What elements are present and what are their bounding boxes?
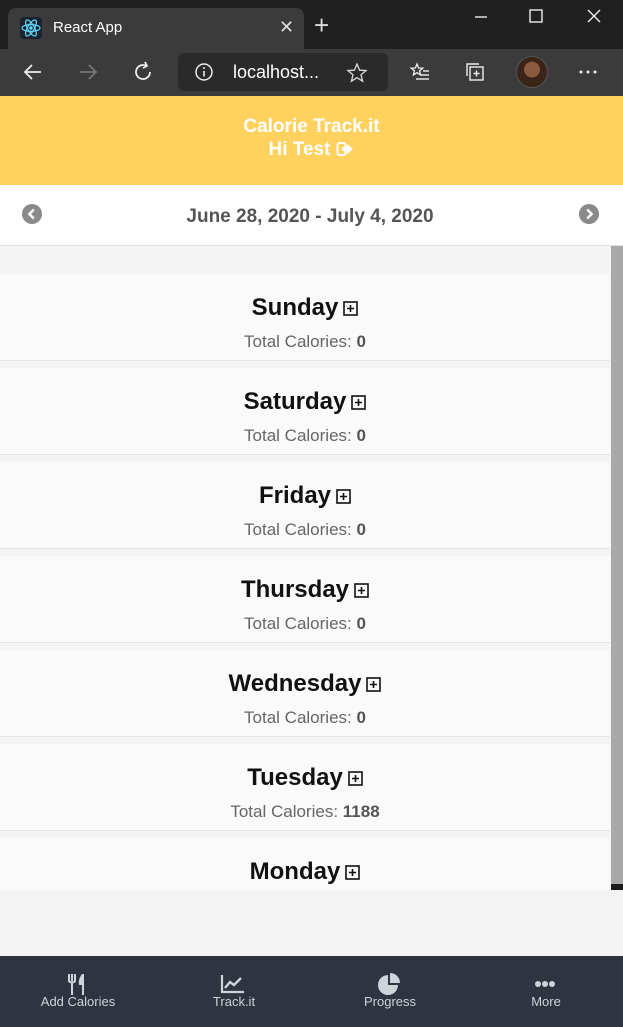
sign-out-icon[interactable]	[336, 140, 354, 158]
next-week-icon[interactable]	[579, 204, 599, 224]
add-entry-icon[interactable]	[347, 771, 363, 786]
more-dots-icon	[535, 981, 555, 987]
add-entry-icon[interactable]	[336, 489, 351, 504]
maximize-icon[interactable]	[525, 6, 547, 28]
total-calories: Total Calories: 0	[0, 520, 610, 540]
app-title: Calorie Track.it	[243, 116, 380, 137]
nav-label: Add Calories	[40, 994, 116, 1009]
browser-toolbar: localhost...	[0, 49, 623, 96]
info-icon[interactable]	[194, 62, 214, 82]
add-entry-icon[interactable]	[366, 677, 382, 692]
total-calories-label: Total Calories:	[244, 426, 352, 445]
total-calories: Total Calories: 0	[0, 614, 610, 634]
day-card-tuesday: Tuesday Total Calories: 1188	[0, 744, 610, 831]
new-tab-icon[interactable]: +	[314, 12, 329, 38]
nav-add-calories[interactable]: Add Calories	[0, 956, 156, 1027]
day-name-row: Sunday	[0, 294, 610, 322]
week-range-label: June 28, 2020 - July 4, 2020	[186, 206, 434, 227]
pie-chart-icon	[378, 973, 400, 995]
day-name: Saturday	[243, 388, 347, 415]
day-name-row: Thursday	[0, 576, 610, 604]
day-name-row: Tuesday	[0, 764, 610, 792]
day-card-friday: Friday Total Calories: 0	[0, 462, 610, 549]
total-calories-value: 0	[356, 520, 366, 539]
close-window-icon[interactable]	[583, 6, 605, 28]
day-name-row: Saturday	[0, 388, 610, 416]
tab-title: React App	[53, 19, 123, 36]
user-greeting: Hi Test	[0, 139, 623, 161]
day-name: Sunday	[251, 294, 339, 321]
total-calories-value: 0	[356, 614, 366, 633]
day-name: Friday	[258, 482, 332, 509]
bottom-nav: Add Calories Track.it Progress More	[0, 956, 623, 1027]
back-arrow-icon[interactable]	[21, 60, 45, 84]
total-calories-label: Total Calories:	[244, 614, 352, 633]
total-calories: Total Calories: 1188	[0, 802, 610, 822]
add-entry-icon[interactable]	[354, 583, 369, 598]
total-calories-label: Total Calories:	[230, 802, 339, 821]
total-calories-value: 0	[356, 708, 366, 727]
collections-icon[interactable]	[463, 60, 487, 84]
more-options-icon[interactable]	[576, 60, 600, 84]
total-calories-value: 0	[356, 332, 366, 351]
day-name: Monday	[249, 858, 341, 885]
nav-progress[interactable]: Progress	[312, 956, 468, 1027]
scrollbar-end	[611, 884, 623, 890]
total-calories-value: 0	[356, 426, 366, 445]
week-selector: June 28, 2020 - July 4, 2020	[0, 185, 623, 246]
total-calories-label: Total Calories:	[244, 708, 352, 727]
utensils-icon	[67, 974, 84, 995]
day-card-sunday: Sunday Total Calories: 0	[0, 274, 610, 361]
profile-avatar[interactable]	[516, 56, 548, 88]
day-name: Tuesday	[247, 764, 343, 791]
day-card-wednesday: Wednesday Total Calories: 0	[0, 650, 610, 737]
chart-line-icon	[220, 975, 244, 994]
scrollbar[interactable]	[611, 246, 623, 890]
react-logo-icon	[20, 17, 42, 39]
browser-tab-strip: React App ✕ +	[0, 0, 623, 49]
add-entry-icon[interactable]	[345, 865, 361, 880]
browser-tab[interactable]: React App ✕	[8, 8, 304, 49]
forward-arrow-icon[interactable]	[76, 60, 100, 84]
day-list: Sunday Total Calories: 0 Saturday Total …	[0, 246, 610, 890]
day-name-row: Wednesday	[0, 670, 610, 698]
favorite-star-icon[interactable]	[346, 62, 368, 84]
minimize-icon[interactable]	[470, 6, 492, 28]
add-entry-icon[interactable]	[343, 301, 359, 316]
greeting-text: Hi Test	[268, 139, 331, 160]
nav-label: More	[531, 994, 561, 1009]
day-card-saturday: Saturday Total Calories: 0	[0, 368, 610, 455]
total-calories-label: Total Calories:	[244, 520, 352, 539]
total-calories: Total Calories: 0	[0, 708, 610, 728]
total-calories-value: 1188	[342, 802, 380, 821]
nav-more[interactable]: More	[468, 956, 623, 1027]
close-tab-icon[interactable]: ✕	[279, 17, 294, 38]
nav-label: Progress	[363, 994, 417, 1009]
nav-track-it[interactable]: Track.it	[156, 956, 312, 1027]
favorites-list-icon[interactable]	[408, 60, 432, 84]
refresh-icon[interactable]	[131, 60, 155, 84]
add-entry-icon[interactable]	[351, 395, 367, 410]
total-calories-label: Total Calories:	[244, 332, 352, 351]
total-calories: Total Calories: 0	[0, 332, 610, 352]
day-name: Wednesday	[228, 670, 362, 697]
total-calories: Total Calories: 0	[0, 426, 610, 446]
url-text: localhost...	[233, 62, 320, 82]
day-card-thursday: Thursday Total Calories: 0	[0, 556, 610, 643]
nav-label: Track.it	[212, 994, 256, 1009]
day-name-row: Friday	[0, 482, 610, 510]
day-card-monday: Monday	[0, 838, 610, 890]
day-name: Thursday	[240, 576, 350, 603]
day-name-row: Monday	[0, 858, 610, 886]
app-header: Calorie Track.it Hi Test	[0, 96, 623, 185]
address-bar[interactable]: localhost...	[178, 53, 388, 91]
